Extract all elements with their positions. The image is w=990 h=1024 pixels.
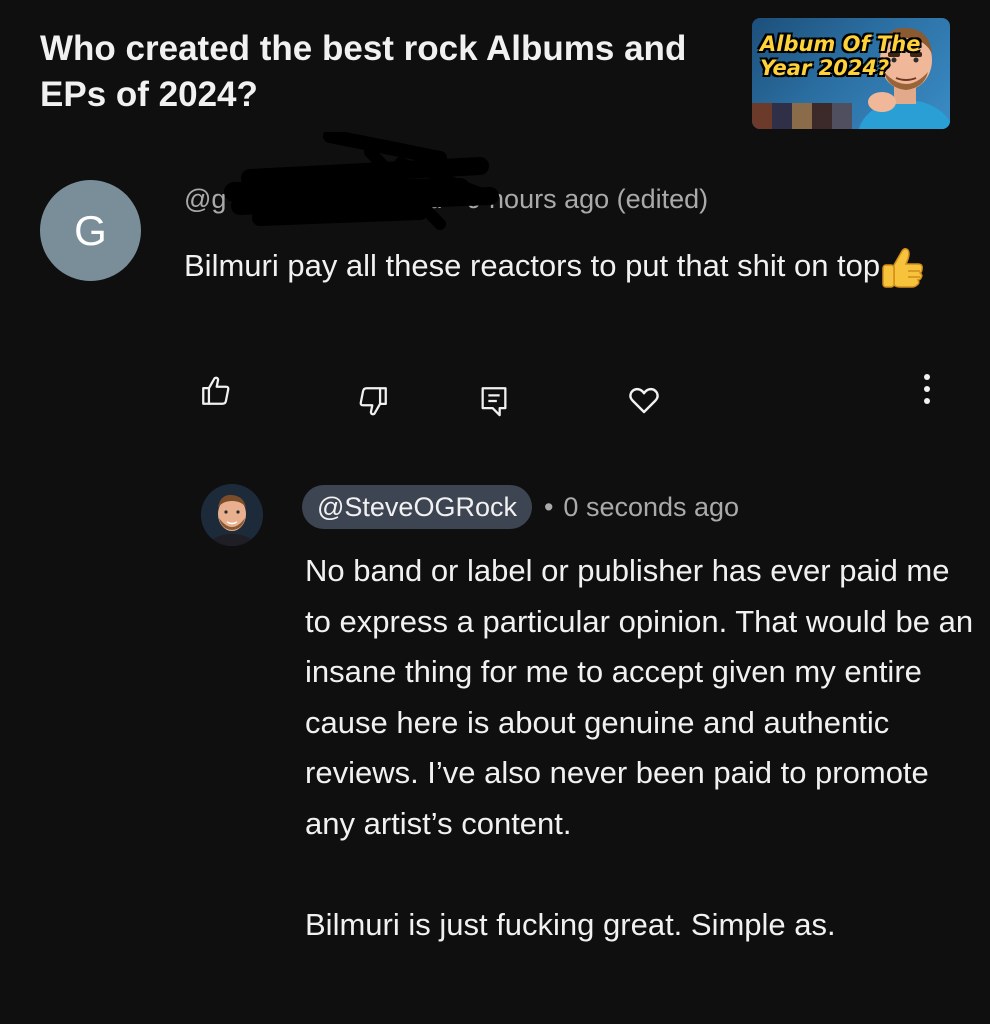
thumbs-up-emoji — [882, 247, 924, 288]
reply-author-badge[interactable]: @SteveOGRock — [302, 485, 532, 529]
meta-separator: • — [543, 491, 554, 522]
reply-meta: @SteveOGRock • 0 seconds ago — [302, 485, 739, 529]
reply-author-avatar[interactable] — [201, 484, 263, 546]
like-icon[interactable] — [196, 371, 236, 411]
dislike-icon[interactable] — [353, 381, 393, 421]
heart-icon[interactable] — [624, 380, 664, 420]
redaction-scribble — [224, 132, 499, 230]
reply-timestamp[interactable]: 0 seconds ago — [563, 492, 739, 523]
commenter-avatar[interactable]: G — [40, 180, 141, 281]
comment-text-content: Bilmuri pay all these reactors to put th… — [184, 248, 881, 283]
thumbnail-text: Album Of The Year 2024? — [760, 32, 921, 80]
video-thumbnail[interactable]: Album Of The Year 2024? — [752, 18, 950, 129]
comment-text: Bilmuri pay all these reactors to put th… — [184, 240, 944, 291]
reply-paragraph: Bilmuri is just fucking great. Simple as… — [305, 906, 836, 942]
reply-icon[interactable] — [474, 381, 514, 421]
thumbnail-album-mosaic — [752, 103, 852, 129]
video-title[interactable]: Who created the best rock Albums and EPs… — [40, 26, 720, 118]
more-vertical-icon[interactable] — [907, 369, 947, 409]
reply-paragraph: No band or label or publisher has ever p… — [305, 553, 974, 841]
reply-text: No band or label or publisher has ever p… — [305, 546, 975, 950]
